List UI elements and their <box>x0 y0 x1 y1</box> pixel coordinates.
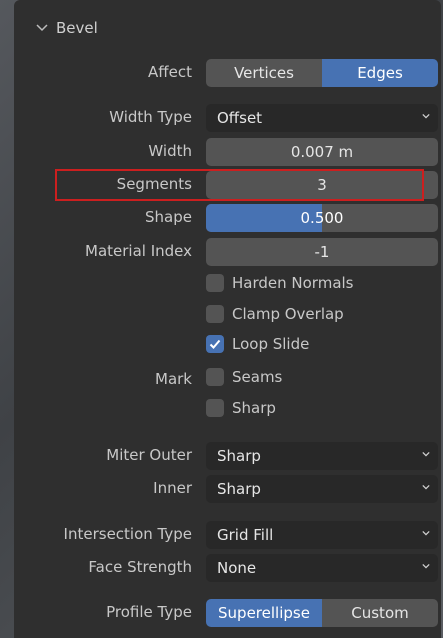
shape-slider[interactable]: 0.500 <box>206 204 438 232</box>
loop-slide-label: Loop Slide <box>232 335 310 353</box>
shape-row: Shape 0.500 <box>14 203 441 233</box>
checkbox-unchecked-icon <box>206 305 224 323</box>
mark-sharp-checkbox[interactable]: Sharp <box>206 399 276 417</box>
face-strength-value: None <box>217 559 257 577</box>
shape-label: Shape <box>145 208 192 226</box>
panel-header[interactable]: Bevel <box>36 16 98 40</box>
mark-sharp-label: Sharp <box>232 399 276 417</box>
material-index-row: Material Index -1 <box>14 237 441 267</box>
width-type-row: Width Type Offset <box>14 103 441 133</box>
harden-normals-row: Harden Normals <box>14 271 441 301</box>
miter-outer-row: Miter Outer Sharp <box>14 441 441 471</box>
width-type-value: Offset <box>217 109 263 127</box>
width-type-label: Width Type <box>109 108 192 126</box>
harden-normals-label: Harden Normals <box>232 274 354 292</box>
chevron-down-icon <box>422 451 430 457</box>
intersection-type-row: Intersection Type Grid Fill <box>14 520 441 550</box>
checkmark-icon <box>206 335 224 353</box>
chevron-down-icon <box>422 113 430 119</box>
face-strength-dropdown[interactable]: None <box>206 554 438 582</box>
profile-custom-button[interactable]: Custom <box>322 599 438 627</box>
checkbox-unchecked-icon <box>206 368 224 386</box>
clamp-overlap-label: Clamp Overlap <box>232 305 344 323</box>
mark-label: Mark <box>155 370 192 388</box>
loop-slide-row: Loop Slide <box>14 332 441 362</box>
mark-sharp-row: Sharp <box>14 396 441 426</box>
width-type-dropdown[interactable]: Offset <box>206 104 438 132</box>
affect-label: Affect <box>148 63 192 81</box>
bevel-panel: Bevel Affect Vertices Edges Width Type O… <box>14 0 441 638</box>
width-row: Width 0.007 m <box>14 137 441 167</box>
face-strength-row: Face Strength None <box>14 553 441 583</box>
affect-toggle[interactable]: Vertices Edges <box>206 59 438 87</box>
width-field[interactable]: 0.007 m <box>206 138 438 166</box>
checkbox-unchecked-icon <box>206 274 224 292</box>
segments-highlight-box <box>55 169 424 201</box>
width-label: Width <box>148 142 192 160</box>
material-index-label: Material Index <box>85 242 192 260</box>
intersection-type-value: Grid Fill <box>217 526 274 544</box>
chevron-down-icon <box>422 484 430 490</box>
inner-label: Inner <box>153 479 192 497</box>
miter-outer-label: Miter Outer <box>106 446 192 464</box>
face-strength-label: Face Strength <box>88 558 192 576</box>
intersection-type-label: Intersection Type <box>63 525 192 543</box>
clamp-overlap-row: Clamp Overlap <box>14 302 441 332</box>
miter-outer-dropdown[interactable]: Sharp <box>206 442 438 470</box>
harden-normals-checkbox[interactable]: Harden Normals <box>206 274 354 292</box>
inner-row: Inner Sharp <box>14 474 441 504</box>
panel-title: Bevel <box>56 19 98 37</box>
inner-dropdown[interactable]: Sharp <box>206 475 438 503</box>
chevron-down-icon <box>422 530 430 536</box>
inner-value: Sharp <box>217 480 261 498</box>
intersection-type-dropdown[interactable]: Grid Fill <box>206 521 438 549</box>
mark-seams-row: Mark Seams <box>14 365 441 395</box>
affect-row: Affect Vertices Edges <box>14 58 441 88</box>
chevron-down-icon <box>36 24 48 32</box>
mark-seams-label: Seams <box>232 368 283 386</box>
affect-vertices-button[interactable]: Vertices <box>206 59 322 87</box>
profile-type-row: Profile Type Superellipse Custom <box>14 598 441 628</box>
profile-type-label: Profile Type <box>106 603 192 621</box>
profile-type-toggle[interactable]: Superellipse Custom <box>206 599 438 627</box>
checkbox-unchecked-icon <box>206 399 224 417</box>
mark-seams-checkbox[interactable]: Seams <box>206 368 282 386</box>
loop-slide-checkbox[interactable]: Loop Slide <box>206 335 309 353</box>
chevron-down-icon <box>422 563 430 569</box>
miter-outer-value: Sharp <box>217 447 261 465</box>
clamp-overlap-checkbox[interactable]: Clamp Overlap <box>206 305 344 323</box>
material-index-field[interactable]: -1 <box>206 238 438 266</box>
affect-edges-button[interactable]: Edges <box>322 59 438 87</box>
profile-superellipse-button[interactable]: Superellipse <box>206 599 322 627</box>
shape-value: 0.500 <box>300 209 344 227</box>
